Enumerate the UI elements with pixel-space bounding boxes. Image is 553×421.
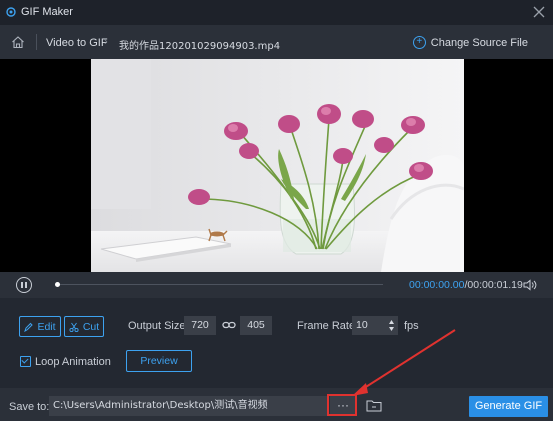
frame-rate-label: Frame Rate:: [297, 320, 359, 332]
fps-unit: fps: [404, 320, 419, 332]
spin-arrows-icon[interactable]: [388, 318, 395, 333]
save-to-label: Save to:: [9, 401, 50, 413]
edit-icon: [24, 322, 34, 332]
cut-button[interactable]: Cut: [64, 316, 104, 337]
frame-rate-input[interactable]: 10: [352, 316, 398, 335]
progress-knob[interactable]: [55, 282, 60, 287]
loop-animation-label: Loop Animation: [35, 356, 111, 368]
settings-panel: [0, 298, 553, 387]
folder-icon[interactable]: [366, 399, 382, 412]
video-frame-image: [91, 59, 464, 272]
output-height-input[interactable]: 405: [240, 316, 272, 335]
output-size-label: Output Size:: [128, 320, 189, 332]
edit-button[interactable]: Edit: [19, 316, 61, 337]
breadcrumb-root[interactable]: Video to GIF: [46, 37, 108, 49]
generate-gif-button[interactable]: Generate GIF: [469, 396, 548, 417]
link-icon[interactable]: [222, 319, 236, 331]
output-width-input[interactable]: 720: [184, 316, 216, 335]
breadcrumb-file: 我的作品120201029094903.mp4: [119, 41, 281, 52]
total-time: /00:00:01.19: [464, 279, 523, 291]
change-source-label: Change Source File: [430, 36, 528, 49]
close-icon[interactable]: [531, 4, 547, 20]
time-readout: 00:00:00.00/00:00:01.19: [409, 279, 523, 291]
video-frame: [91, 59, 464, 272]
edit-label: Edit: [37, 320, 56, 333]
current-time: 00:00:00.00: [409, 279, 465, 291]
window-title: GIF Maker: [21, 6, 73, 18]
loop-checkbox[interactable]: [20, 356, 31, 367]
volume-icon[interactable]: [523, 279, 537, 291]
pause-icon[interactable]: [16, 277, 32, 293]
frame-rate-value: 10: [356, 319, 368, 331]
home-icon[interactable]: [11, 35, 25, 49]
plus-circle-icon: +: [412, 36, 426, 49]
cut-label: Cut: [82, 320, 100, 333]
scissors-icon: [69, 322, 79, 332]
change-source-button[interactable]: + Change Source File: [412, 36, 528, 49]
nav-divider: [36, 34, 37, 50]
preview-button[interactable]: Preview: [126, 350, 192, 372]
progress-track[interactable]: [58, 284, 383, 285]
title-bar: [0, 0, 553, 25]
annotation-highlight-box: [327, 394, 357, 416]
gif-maker-logo-icon: [6, 7, 16, 17]
chevron-right-icon: ›: [104, 36, 108, 48]
save-path-field[interactable]: C:\Users\Administrator\Desktop\测试\音视频: [49, 396, 328, 416]
